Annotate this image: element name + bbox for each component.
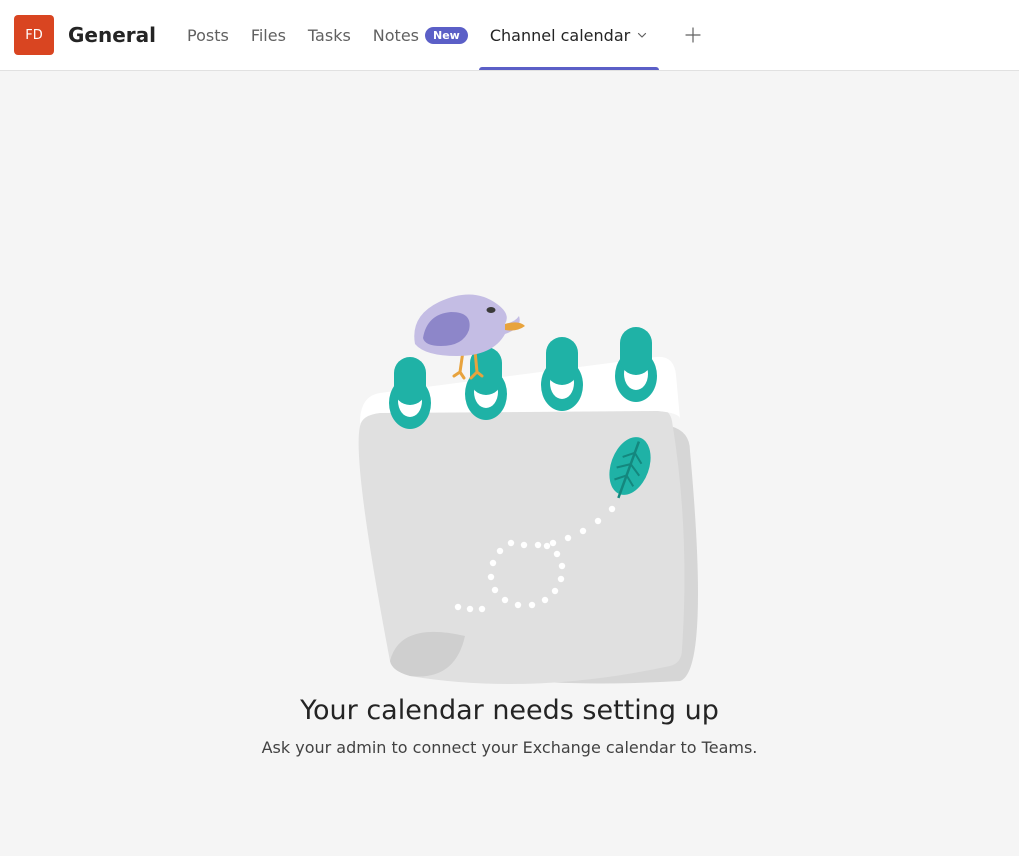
empty-state-title: Your calendar needs setting up (300, 695, 719, 726)
tab-label: Files (251, 26, 286, 45)
channel-header: FD General Posts Files Tasks Notes New C… (0, 0, 1019, 71)
plus-icon (684, 26, 702, 44)
new-badge: New (425, 27, 468, 44)
calendar-illustration (310, 251, 710, 691)
chevron-down-icon (636, 29, 648, 41)
channel-title: General (68, 23, 156, 47)
tab-notes[interactable]: Notes New (362, 0, 479, 70)
tab-label: Notes (373, 26, 419, 45)
empty-state-subtitle: Ask your admin to connect your Exchange … (262, 738, 758, 757)
tab-label: Channel calendar (490, 26, 630, 45)
tab-label: Posts (187, 26, 229, 45)
avatar-initials: FD (25, 28, 43, 43)
tab-tasks[interactable]: Tasks (297, 0, 362, 70)
add-tab-button[interactable] (677, 19, 709, 51)
channel-avatar: FD (14, 15, 54, 55)
tab-posts[interactable]: Posts (176, 0, 240, 70)
tab-label: Tasks (308, 26, 351, 45)
tab-bar: Posts Files Tasks Notes New Channel cale… (176, 0, 709, 70)
empty-state: Your calendar needs setting up Ask your … (0, 71, 1019, 757)
tab-channel-calendar[interactable]: Channel calendar (479, 0, 659, 70)
tab-files[interactable]: Files (240, 0, 297, 70)
